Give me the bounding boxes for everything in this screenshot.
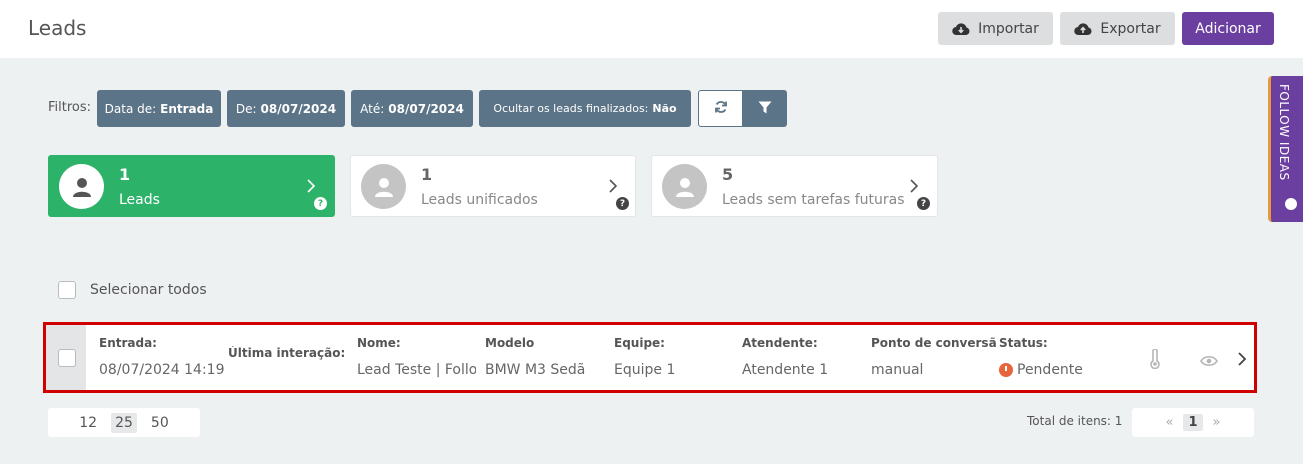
- select-all-label: Selecionar todos: [90, 282, 207, 298]
- chip-key: De:: [235, 101, 257, 116]
- toggle-dot-icon: [1285, 198, 1297, 210]
- col-status: Status: Pendente: [999, 336, 1119, 378]
- page-size-option[interactable]: 50: [147, 413, 173, 433]
- col-value: manual: [871, 362, 924, 378]
- col-modelo: Modelo BMW M3 Sedã: [485, 336, 603, 378]
- eye-icon[interactable]: [1200, 352, 1218, 371]
- status-value: Pendente: [999, 362, 1119, 378]
- status-text: Pendente: [1017, 362, 1083, 378]
- col-value: Atendente 1: [742, 362, 829, 378]
- add-button[interactable]: Adicionar: [1182, 12, 1274, 45]
- col-atendente: Atendente: Atendente 1: [742, 336, 860, 378]
- col-value: BMW M3 Sedã: [485, 362, 586, 378]
- col-header: Modelo: [485, 336, 535, 350]
- col-ponto-conversao: Ponto de conversão: manual: [871, 336, 996, 378]
- col-header: Equipe:: [614, 336, 665, 350]
- chip-key: Data de:: [104, 101, 157, 116]
- card-label: Leads: [119, 192, 160, 208]
- col-value: 08/07/2024 14:19: [99, 362, 224, 378]
- refresh-button[interactable]: [698, 90, 743, 127]
- import-button[interactable]: Importar: [938, 12, 1053, 45]
- filter-chip-to[interactable]: Até: 08/07/2024: [351, 90, 473, 127]
- select-all-checkbox[interactable]: [58, 281, 76, 299]
- card-unified-leads[interactable]: 1 Leads unificados ?: [350, 155, 636, 217]
- chip-key: Ocultar os leads finalizados:: [493, 102, 649, 115]
- chip-value: Entrada: [160, 101, 214, 116]
- col-value: Lead Teste | Follow: [357, 362, 476, 378]
- user-avatar-icon: [662, 164, 707, 209]
- filter-button[interactable]: [743, 90, 787, 127]
- chip-value: Não: [652, 102, 677, 115]
- card-label: Leads sem tarefas futuras: [722, 192, 905, 208]
- refresh-icon: [714, 99, 728, 118]
- col-value: Equipe 1: [614, 362, 676, 378]
- page-size-option[interactable]: 12: [75, 413, 101, 433]
- lead-row[interactable]: Entrada: 08/07/2024 14:19 Última interaç…: [43, 322, 1257, 393]
- col-ultima-interacao: Última interação:: [228, 346, 348, 372]
- import-label: Importar: [978, 20, 1039, 37]
- card-leads-no-future-tasks[interactable]: 5 Leads sem tarefas futuras ?: [651, 155, 938, 217]
- col-header: Status:: [999, 336, 1048, 350]
- help-icon[interactable]: ?: [314, 197, 327, 210]
- col-entrada: Entrada: 08/07/2024 14:19: [99, 336, 224, 378]
- page-size-option-selected[interactable]: 25: [111, 412, 137, 433]
- col-header: Atendente:: [742, 336, 818, 350]
- filter-chip-date-type[interactable]: Data de: Entrada: [97, 90, 221, 127]
- cloud-download-icon: [952, 22, 970, 36]
- user-avatar-icon: [59, 164, 104, 209]
- thermometer-icon[interactable]: [1149, 348, 1161, 373]
- export-label: Exportar: [1100, 20, 1161, 37]
- select-all[interactable]: Selecionar todos: [58, 281, 207, 299]
- clock-icon: [999, 363, 1013, 377]
- chevron-right-icon: [909, 178, 919, 198]
- page-size-selector: 12 25 50: [48, 408, 200, 437]
- col-nome: Nome: Lead Teste | Follow: [357, 336, 476, 378]
- export-button[interactable]: Exportar: [1060, 12, 1175, 45]
- chevron-right-icon: [306, 178, 316, 198]
- follow-ideas-label: FOLLOW IDEAS: [1277, 84, 1291, 181]
- follow-ideas-tab[interactable]: FOLLOW IDEAS: [1268, 76, 1303, 222]
- row-checkbox[interactable]: [58, 349, 76, 367]
- user-avatar-icon: [361, 164, 406, 209]
- filter-chip-from[interactable]: De: 08/07/2024: [227, 90, 345, 127]
- total-items: Total de itens: 1: [1027, 414, 1123, 428]
- col-header: Entrada:: [99, 336, 157, 350]
- col-equipe: Equipe: Equipe 1: [614, 336, 732, 378]
- col-header: Última interação:: [228, 346, 346, 360]
- col-header: Ponto de conversão:: [871, 336, 996, 350]
- card-count: 1: [421, 165, 433, 184]
- current-page[interactable]: 1: [1183, 414, 1203, 431]
- chip-value: 08/07/2024: [260, 101, 337, 116]
- chevron-right-icon[interactable]: [1237, 351, 1247, 371]
- pager: « 1 »: [1132, 408, 1254, 437]
- top-bar: Leads Importar Exportar Adicionar: [0, 0, 1303, 58]
- chevron-right-icon: [608, 178, 618, 198]
- help-icon[interactable]: ?: [917, 197, 930, 210]
- card-label: Leads unificados: [421, 192, 538, 208]
- filter-chip-hide-finished[interactable]: Ocultar os leads finalizados: Não: [479, 90, 691, 127]
- prev-page-button[interactable]: «: [1166, 415, 1174, 430]
- chip-value: 08/07/2024: [388, 101, 464, 116]
- chip-key: Até:: [360, 101, 385, 116]
- filters-label: Filtros:: [48, 100, 92, 115]
- funnel-icon: [758, 99, 772, 118]
- cloud-upload-icon: [1074, 22, 1092, 36]
- card-count: 5: [722, 165, 734, 184]
- card-leads[interactable]: 1 Leads ?: [48, 155, 335, 217]
- col-header: Nome:: [357, 336, 401, 350]
- card-count: 1: [119, 165, 131, 184]
- page-title: Leads: [28, 16, 87, 40]
- next-page-button[interactable]: »: [1213, 415, 1221, 430]
- filter-actions: [698, 90, 787, 127]
- help-icon[interactable]: ?: [616, 197, 629, 210]
